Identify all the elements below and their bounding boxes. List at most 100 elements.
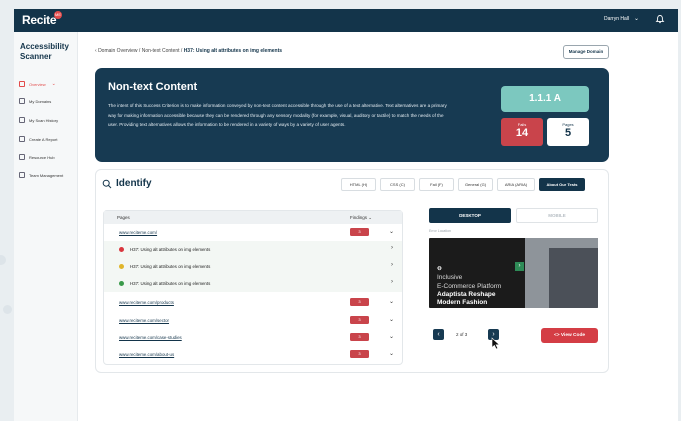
page-indicator: 2 of 3 (456, 332, 468, 337)
recite-logo[interactable]: Recite (22, 13, 57, 27)
identify-title: Identify (116, 178, 152, 189)
error-location-label: Error Location (429, 229, 451, 233)
chevron-down-icon[interactable]: ⌄ (389, 298, 394, 305)
view-code-button[interactable]: <> View Code (541, 328, 598, 343)
mouse-cursor-icon (491, 337, 501, 350)
finding-label: H37: Using alt attributes on img element… (130, 247, 211, 252)
chevron-down-icon[interactable]: ⌄ (389, 228, 394, 235)
sidebar-item-team-management[interactable]: Team Management (19, 172, 63, 178)
about-tests-button[interactable]: About Our Tests (539, 178, 585, 191)
sidebar-item-label: Overview (29, 81, 46, 87)
identify-header: Identify (102, 178, 152, 189)
history-icon (19, 117, 25, 123)
column-header-pages: Pages (117, 215, 130, 220)
background-dot (0, 255, 6, 265)
criterion-description: The intent of this Success Criterion is … (108, 103, 447, 128)
criterion-level-badge: 1.1.1 A (501, 86, 589, 112)
finding-item[interactable]: H37: Using alt attributes on img element… (104, 258, 402, 275)
chevron-down-icon[interactable]: ⌄ (389, 316, 394, 323)
user-name[interactable]: Darryn Hall (604, 16, 629, 22)
tab-fail[interactable]: Fail (F) (419, 178, 454, 191)
column-header-findings[interactable]: Findings ⌄ (350, 215, 372, 221)
sidebar-item-overview[interactable]: Overview ⌄ (19, 81, 56, 87)
chevron-right-icon[interactable]: › (391, 262, 393, 268)
error-highlight-marker[interactable]: › (515, 262, 524, 271)
fails-stat: Fails 14 (501, 118, 543, 146)
finding-label: H37: Using alt attributes on img element… (130, 281, 211, 286)
logo-badge: ME (54, 11, 62, 19)
findings-table: Pages Findings ⌄ www.reciteme.com/ 3 ⌄ H… (103, 210, 403, 365)
breadcrumb-link[interactable]: Domain Overview (98, 48, 137, 54)
tab-general[interactable]: General (G) (458, 178, 493, 191)
app-window: Recite ME Darryn Hall ⌄ Accessibility Sc… (14, 9, 678, 421)
identify-panel: Identify HTML (H) CSS (C) Fail (F) Gener… (95, 169, 609, 373)
page-url[interactable]: www.reciteme.com/products (119, 300, 174, 305)
technique-tabs: HTML (H) CSS (C) Fail (F) General (G) AR… (341, 178, 585, 191)
severity-dot (119, 264, 124, 269)
tab-aria[interactable]: ARIA (ARIA) (497, 178, 535, 191)
sort-icon: ⌄ (368, 215, 373, 220)
chevron-right-icon[interactable]: › (391, 279, 393, 285)
report-icon (19, 136, 25, 142)
resource-icon (19, 154, 25, 160)
team-icon (19, 172, 25, 178)
sidebar-item-resource-hub[interactable]: Resource Hub (19, 154, 55, 160)
chevron-right-icon[interactable]: › (391, 245, 393, 251)
sidebar-item-my-domains[interactable]: My Domains (19, 98, 51, 104)
preview-text-line: E-Commerce Platform (437, 283, 502, 290)
breadcrumb-current: H37: Using alt attributes on img element… (183, 48, 283, 54)
chevron-down-icon[interactable]: ⌄ (389, 350, 394, 357)
pages-count: 5 (564, 127, 572, 139)
fails-count: 14 (515, 127, 529, 139)
manage-domain-button[interactable]: Manage Domain (563, 45, 609, 59)
previous-page-button[interactable]: ‹ (433, 329, 444, 340)
page-url[interactable]: www.reciteme.com/sector (119, 318, 169, 323)
pages-stat: Pages 5 (547, 118, 589, 146)
page-preview-screenshot: ꝋ Inclusive E-Commerce Platform Adaptist… (429, 238, 598, 308)
mobile-toggle[interactable]: MOBILE (516, 208, 598, 223)
sidebar-item-label: Resource Hub (29, 154, 55, 160)
table-row[interactable]: www.reciteme.com/sector 3 ⌄ (104, 312, 402, 329)
severity-dot (119, 247, 124, 252)
table-row[interactable]: www.reciteme.com/ 3 ⌄ (104, 224, 402, 241)
sidebar: Accessibility Scanner Overview ⌄ My Doma… (14, 32, 78, 421)
finding-item[interactable]: H37: Using alt attributes on img element… (104, 275, 402, 292)
table-header: Pages Findings ⌄ (104, 211, 402, 224)
preview-text-line: Adaptista Reshape (437, 291, 496, 298)
finding-label: H37: Using alt attributes on img element… (130, 264, 211, 269)
findings-count-badge: 3 (350, 316, 369, 324)
criterion-title: Non-text Content (108, 81, 198, 93)
preview-brand-icon: ꝋ (437, 265, 442, 272)
chevron-down-icon[interactable]: ⌄ (634, 15, 639, 22)
page-url[interactable]: www.reciteme.com/case-studies (119, 335, 182, 340)
breadcrumb-link[interactable]: Non-text Content (142, 48, 180, 54)
sidebar-item-scan-history[interactable]: My Scan History (19, 117, 58, 123)
sidebar-item-label: Team Management (29, 172, 64, 178)
preview-model-image (549, 248, 598, 308)
sidebar-title: Accessibility Scanner (20, 42, 69, 61)
severity-dot (119, 281, 124, 286)
chevron-down-icon: ⌄ (51, 81, 56, 87)
criterion-summary-card: Non-text Content The intent of this Succ… (95, 68, 609, 162)
sidebar-item-create-report[interactable]: Create A Report (19, 136, 57, 142)
notification-icon[interactable] (655, 14, 665, 24)
findings-count-badge: 3 (350, 333, 369, 341)
preview-text-line: Modern Fashion (437, 299, 488, 306)
preview-text-line: Inclusive (437, 274, 463, 281)
finding-item[interactable]: H37: Using alt attributes on img element… (104, 241, 402, 258)
tab-css[interactable]: CSS (C) (380, 178, 415, 191)
findings-count-badge: 3 (350, 228, 369, 236)
findings-count-badge: 3 (350, 350, 369, 358)
page-url[interactable]: www.reciteme.com/ (119, 230, 157, 235)
background-dot (3, 305, 12, 314)
table-row[interactable]: www.reciteme.com/products 3 ⌄ (104, 294, 402, 311)
desktop-toggle[interactable]: DESKTOP (429, 208, 511, 223)
table-row[interactable]: www.reciteme.com/about-us 3 ⌄ (104, 346, 402, 363)
tab-html[interactable]: HTML (H) (341, 178, 376, 191)
page-url[interactable]: www.reciteme.com/about-us (119, 352, 174, 357)
table-row[interactable]: www.reciteme.com/case-studies 3 ⌄ (104, 329, 402, 346)
top-bar: Recite ME Darryn Hall ⌄ (14, 9, 678, 32)
domains-icon (19, 98, 25, 104)
chevron-down-icon[interactable]: ⌄ (389, 333, 394, 340)
sidebar-item-label: Create A Report (29, 136, 58, 142)
